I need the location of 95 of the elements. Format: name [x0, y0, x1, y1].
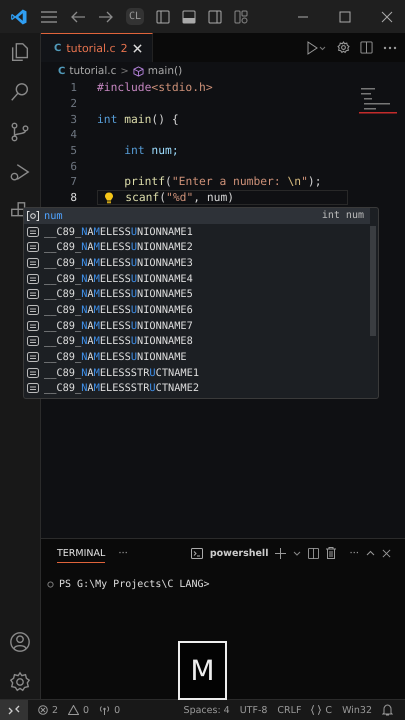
warning-icon[interactable] — [68, 705, 80, 715]
source-control-icon[interactable] — [9, 121, 31, 143]
struct-icon — [27, 274, 39, 284]
line-number: 5 — [69, 144, 77, 158]
chevron-up-icon[interactable] — [366, 550, 375, 556]
run-icon[interactable] — [305, 40, 327, 54]
suggestion-item[interactable]: __C89_NAMELESSUNIONNAME7 — [24, 318, 370, 334]
language-mode[interactable]: C — [325, 704, 332, 716]
code-line: int num; — [124, 144, 179, 158]
close-icon[interactable] — [381, 10, 393, 22]
suggestion-item[interactable]: __C89_NAMELESSSTRUCTNAME1 — [24, 364, 370, 381]
settings-icon[interactable] — [9, 671, 31, 693]
search-icon[interactable] — [9, 81, 31, 103]
line-number: 7 — [69, 175, 77, 188]
forward-arrow-icon[interactable] — [98, 10, 114, 24]
struct-icon — [27, 320, 39, 331]
suggestion-detail: int num — [322, 210, 364, 222]
menu-icon[interactable] — [40, 10, 58, 24]
error-count[interactable]: 2 — [52, 704, 58, 716]
suggestion-item[interactable]: __C89_NAMELESSSTRUCTNAME2 — [24, 380, 370, 396]
warning-count[interactable]: 0 — [83, 704, 90, 716]
breadcrumb-item[interactable]: tutorial.c — [69, 65, 116, 77]
editor-tab[interactable]: C tutorial.c 2 — [41, 33, 153, 62]
line-number: 6 — [69, 160, 77, 173]
struct-icon — [27, 258, 39, 268]
status-item[interactable]: CRLF — [277, 704, 302, 716]
account-icon[interactable] — [9, 631, 31, 653]
terminal-icon — [190, 548, 203, 558]
more-button[interactable]: ··· — [349, 548, 359, 558]
sidebar-layout-icon[interactable] — [156, 10, 170, 24]
layout-grid-icon[interactable] — [234, 10, 248, 24]
struct-icon — [27, 383, 39, 394]
braces-icon[interactable] — [311, 705, 322, 715]
struct-icon — [27, 289, 39, 300]
files-icon[interactable] — [9, 41, 31, 63]
error-icon[interactable] — [38, 705, 48, 715]
run-debug-icon[interactable] — [9, 161, 31, 183]
struct-icon — [27, 242, 39, 252]
lightbulb-icon[interactable] — [104, 192, 114, 204]
code-line: #include<stdio.h> — [97, 81, 213, 94]
suggestion-item[interactable]: __C89_NAMELESSUNIONNAME5 — [24, 286, 370, 302]
back-arrow-icon[interactable] — [70, 10, 86, 24]
terminal-prompt: PS G:\My Projects\C LANG> — [59, 579, 210, 590]
trash-icon[interactable] — [326, 547, 336, 559]
line-number: 8 — [69, 191, 77, 204]
struct-icon — [27, 336, 39, 346]
close-icon[interactable] — [382, 548, 391, 558]
cube-icon — [132, 66, 144, 76]
suggestion-item[interactable]: __C89_NAMELESSUNIONNAME6 — [24, 302, 370, 318]
line-number: 2 — [69, 97, 77, 110]
code-line: printf("Enter a number: \n"); — [124, 175, 322, 188]
struct-icon — [27, 304, 39, 315]
panel-layout-icon[interactable] — [182, 10, 196, 24]
bell-icon[interactable] — [382, 704, 393, 716]
shell-name[interactable]: powershell — [210, 548, 268, 558]
keystroke-overlay: M — [178, 641, 227, 700]
more-icon[interactable] — [383, 46, 397, 50]
breadcrumb-item[interactable]: main() — [148, 65, 182, 77]
suggestion-item[interactable]: num int num — [24, 208, 370, 224]
platform-item[interactable]: Win32 — [342, 704, 372, 716]
settings-icon[interactable] — [337, 41, 350, 54]
split-terminal-icon[interactable] — [308, 548, 320, 558]
suggestion-item[interactable]: __C89_NAMELESSUNIONNAME3 — [24, 255, 370, 271]
c-file-icon: C — [58, 66, 66, 76]
command-center[interactable]: CL — [126, 8, 144, 25]
more-button[interactable]: ··· — [118, 548, 128, 558]
suggestion-item[interactable]: __C89_NAMELESSUNIONNAME — [24, 349, 370, 365]
code-line: int main() { — [97, 112, 179, 126]
suggestion-item[interactable]: __C89_NAMELESSUNIONNAME8 — [24, 334, 370, 350]
suggestion-item[interactable]: __C89_NAMELESSUNIONNAME1 — [24, 224, 370, 240]
broadcast-icon[interactable] — [99, 705, 110, 715]
vscode-logo-icon — [10, 8, 28, 26]
split-editor-icon[interactable] — [360, 41, 373, 54]
status-item[interactable]: Spaces: 4 — [184, 704, 230, 716]
breadcrumb-separator: > — [120, 66, 129, 76]
struct-icon — [27, 352, 39, 362]
struct-icon — [27, 368, 39, 378]
circle-icon — [47, 581, 54, 588]
suggestion-item[interactable]: __C89_NAMELESSUNIONNAME4 — [24, 270, 370, 286]
chevron-down-icon[interactable] — [293, 550, 302, 556]
suggestion-item[interactable]: __C89_NAMELESSUNIONNAME2 — [24, 239, 370, 256]
c-file-icon: C — [54, 42, 62, 54]
line-number: 1 — [69, 81, 77, 94]
terminal-tab[interactable]: TERMINAL — [57, 544, 106, 562]
port-count[interactable]: 0 — [114, 704, 120, 716]
struct-icon — [27, 226, 39, 237]
line-number: 4 — [69, 128, 77, 142]
remote-icon[interactable] — [0, 700, 28, 720]
maximize-icon[interactable] — [339, 10, 351, 22]
secondary-sidebar-icon[interactable] — [208, 10, 222, 24]
line-number: 3 — [69, 112, 77, 126]
variable-icon — [27, 210, 39, 221]
plus-icon[interactable] — [275, 548, 286, 558]
status-item[interactable]: UTF-8 — [240, 704, 268, 716]
code-line: scanf("%d", num) — [125, 191, 234, 204]
